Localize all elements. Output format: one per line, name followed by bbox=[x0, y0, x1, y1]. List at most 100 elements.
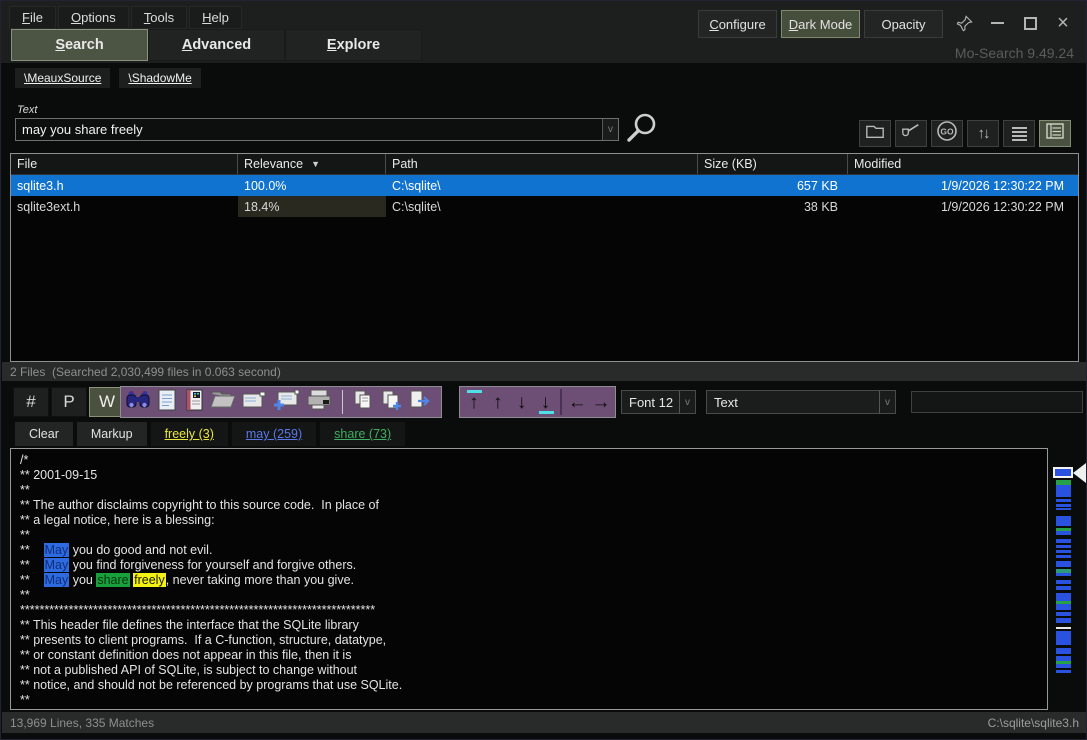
open-containing-folder-button[interactable] bbox=[210, 388, 236, 417]
search-history-dropdown-icon[interactable]: v bbox=[602, 119, 618, 140]
preview-button[interactable]: P bbox=[51, 387, 87, 417]
copy-append-button[interactable] bbox=[379, 389, 403, 416]
match-highlight-may: May bbox=[44, 558, 70, 572]
match-map-bar bbox=[1056, 631, 1071, 645]
search-field-label: Text bbox=[17, 104, 37, 116]
current-position-pointer-icon bbox=[1073, 463, 1086, 483]
list-view-button[interactable] bbox=[1003, 120, 1035, 147]
preview-line: ** notice, and should not be referenced … bbox=[20, 678, 1047, 693]
first-match-button[interactable]: ↑ bbox=[462, 387, 486, 417]
cell-modified: 1/9/2026 12:30:22 PM bbox=[848, 179, 1074, 193]
folder-icon bbox=[864, 121, 886, 146]
sort-order-button[interactable]: ↑↓ bbox=[967, 120, 999, 147]
address-book-button[interactable] bbox=[183, 388, 205, 417]
preview-text: /*** 2001-09-15**** The author disclaims… bbox=[20, 453, 1047, 708]
source-buttons: \MeauxSource \ShadowMe bbox=[15, 68, 201, 88]
notepad-icon bbox=[156, 399, 178, 416]
results-status-text: 2 Files (Searched 2,030,499 files in 0.0… bbox=[10, 365, 281, 379]
details-view-button[interactable] bbox=[1039, 120, 1071, 147]
match-map-bar bbox=[1056, 670, 1071, 673]
pipe-button[interactable] bbox=[895, 120, 927, 147]
match-tabs: ClearMarkupfreely (3)may (259)share (73) bbox=[15, 422, 405, 446]
search-input[interactable] bbox=[16, 119, 602, 140]
match-map-bar bbox=[1056, 485, 1071, 497]
go-button[interactable]: GO bbox=[931, 120, 963, 147]
cell-file: sqlite3.h bbox=[11, 179, 238, 193]
file-preview-pane[interactable]: /*** 2001-09-15**** The author disclaims… bbox=[10, 448, 1048, 710]
font-dropdown-icon[interactable]: v bbox=[679, 391, 695, 413]
font-size-select[interactable]: Font 12 v bbox=[621, 390, 696, 414]
email-add-button[interactable] bbox=[272, 388, 300, 417]
search-box: v bbox=[15, 118, 619, 141]
format-dropdown-icon[interactable]: v bbox=[879, 391, 895, 413]
open-folder-button[interactable] bbox=[859, 120, 891, 147]
match-map-scrollbar[interactable] bbox=[1056, 480, 1071, 673]
email-button[interactable] bbox=[241, 389, 267, 416]
last-match-button[interactable]: ↓ bbox=[534, 387, 558, 417]
result-row-sqlite3-h[interactable]: sqlite3.h100.0%C:\sqlite\657 KB1/9/2026 … bbox=[11, 175, 1078, 196]
dark-mode-button[interactable]: Dark Mode bbox=[781, 10, 860, 38]
column-header-size-kb[interactable]: Size (KB) bbox=[698, 154, 848, 174]
preview-line: ** May you do good and not evil. bbox=[20, 543, 1047, 558]
match-tab-markup[interactable]: Markup bbox=[77, 422, 147, 446]
results-table: FileRelevance▼PathSize (KB)Modified sqli… bbox=[10, 153, 1079, 362]
result-row-sqlite3ext-h[interactable]: sqlite3ext.h18.4%C:\sqlite\38 KB1/9/2026… bbox=[11, 196, 1078, 217]
view-notes-button[interactable] bbox=[156, 388, 178, 417]
app-version-label: Mo-Search 9.49.24 bbox=[955, 45, 1074, 61]
font-size-value: Font 12 bbox=[622, 395, 679, 410]
preview-line: ** or constant definition does not appea… bbox=[20, 648, 1047, 663]
minimize-button[interactable] bbox=[982, 9, 1012, 37]
export-icon bbox=[408, 398, 432, 415]
column-header-path[interactable]: Path bbox=[386, 154, 698, 174]
match-tab-share-73[interactable]: share (73) bbox=[320, 422, 405, 446]
preview-line: ** bbox=[20, 588, 1047, 603]
source-button-meauxsource[interactable]: \MeauxSource bbox=[15, 68, 110, 88]
menu-options[interactable]: Options bbox=[58, 6, 129, 29]
tab-advanced[interactable]: Advanced bbox=[148, 29, 285, 61]
export-button[interactable] bbox=[408, 389, 432, 416]
first-match-button-icon: ↑ bbox=[469, 393, 479, 412]
match-tab-freely-3[interactable]: freely (3) bbox=[151, 422, 228, 446]
menu-file[interactable]: File bbox=[9, 6, 56, 29]
column-header-modified[interactable]: Modified bbox=[848, 154, 1074, 174]
preview-line: ** bbox=[20, 483, 1047, 498]
match-tab-may-259[interactable]: may (259) bbox=[232, 422, 316, 446]
maximize-button[interactable] bbox=[1015, 9, 1045, 37]
next-match-button-icon: ↓ bbox=[517, 393, 527, 412]
menu-tools[interactable]: Tools bbox=[131, 6, 187, 29]
close-button[interactable]: × bbox=[1048, 9, 1078, 37]
opacity-button[interactable]: Opacity bbox=[864, 10, 943, 38]
previous-file-button[interactable]: ← bbox=[565, 387, 589, 417]
next-match-button[interactable]: ↓ bbox=[510, 387, 534, 417]
up-down-arrows-icon: ↑↓ bbox=[978, 125, 989, 142]
match-map-position-marker[interactable] bbox=[1053, 467, 1073, 478]
copy-button[interactable] bbox=[352, 389, 374, 416]
column-header-relevance[interactable]: Relevance▼ bbox=[238, 154, 386, 174]
preview-filter-input[interactable] bbox=[911, 391, 1083, 413]
source-button-shadowme[interactable]: \ShadowMe bbox=[119, 68, 200, 88]
find-in-file-button[interactable] bbox=[125, 388, 151, 417]
line-numbers-button[interactable]: # bbox=[13, 387, 49, 417]
menu-help[interactable]: Help bbox=[189, 6, 242, 29]
titlebar: FileOptionsToolsHelp ConfigureDark ModeO… bbox=[1, 1, 1086, 63]
cell-relevance: 18.4% bbox=[238, 196, 386, 217]
preview-line: ** presents to client programs. If a C-f… bbox=[20, 633, 1047, 648]
match-highlight-share: share bbox=[96, 573, 129, 587]
pin-icon[interactable] bbox=[949, 9, 979, 37]
menu-bar: FileOptionsToolsHelp bbox=[9, 6, 242, 29]
view-toolbar: GO ↑↓ bbox=[859, 120, 1071, 147]
format-value: Text bbox=[707, 395, 879, 410]
tab-explore[interactable]: Explore bbox=[285, 29, 422, 61]
match-tab-clear[interactable]: Clear bbox=[15, 422, 73, 446]
next-file-button[interactable]: → bbox=[589, 387, 613, 417]
envelope-plus-icon bbox=[272, 399, 300, 416]
print-button[interactable] bbox=[305, 388, 333, 417]
column-header-file[interactable]: File bbox=[11, 154, 238, 174]
previous-match-button[interactable]: ↑ bbox=[486, 387, 510, 417]
tab-search[interactable]: Search bbox=[11, 29, 148, 61]
configure-button[interactable]: Configure bbox=[698, 10, 777, 38]
search-button[interactable] bbox=[622, 110, 660, 153]
match-map-bar bbox=[1056, 516, 1071, 526]
match-highlight-may: May bbox=[44, 573, 70, 587]
format-select[interactable]: Text v bbox=[706, 390, 896, 414]
